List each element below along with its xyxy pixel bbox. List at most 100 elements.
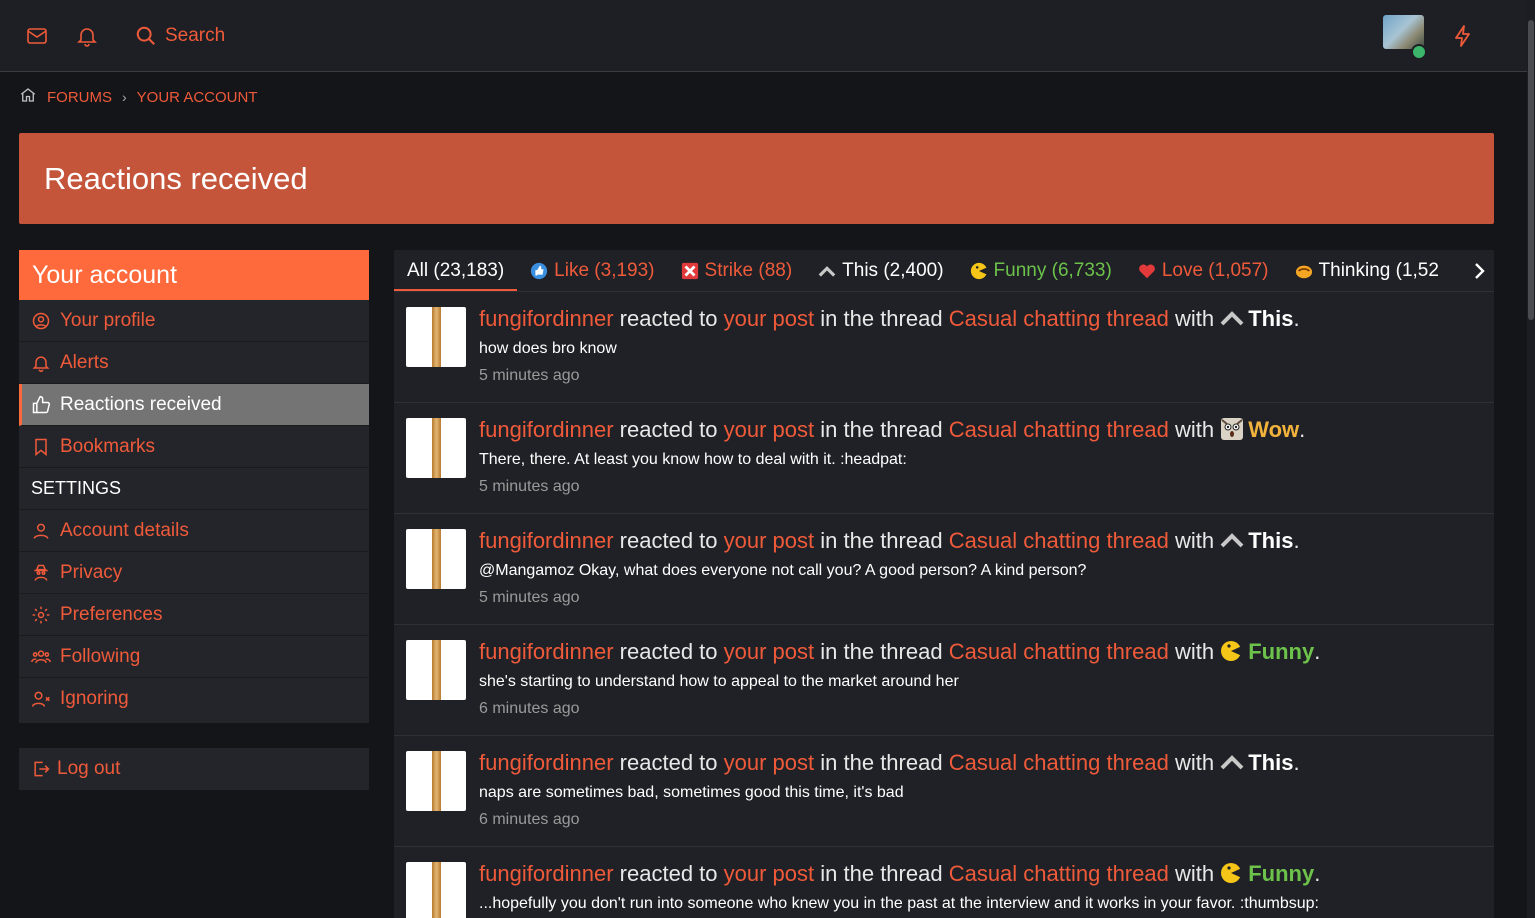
thread-link[interactable]: Casual chatting thread bbox=[949, 750, 1169, 775]
reactor-username-link[interactable]: fungifordinner bbox=[479, 528, 614, 553]
reaction-row[interactable]: fungifordinner reacted to your post in t… bbox=[394, 292, 1494, 403]
breadcrumb-forums[interactable]: FORUMS bbox=[47, 89, 112, 106]
reactor-username-link[interactable]: fungifordinner bbox=[479, 750, 614, 775]
mail-icon[interactable] bbox=[25, 24, 49, 48]
reactor-username-link[interactable]: fungifordinner bbox=[479, 306, 614, 331]
page-scrollbar[interactable] bbox=[1527, 0, 1535, 918]
reactor-avatar[interactable] bbox=[406, 307, 466, 367]
this-chevron-icon bbox=[818, 265, 836, 277]
thread-link[interactable]: Casual chatting thread bbox=[949, 861, 1169, 886]
reaction-time: 5 minutes ago bbox=[479, 478, 580, 495]
reaction-row[interactable]: fungifordinner reacted to your post in t… bbox=[394, 736, 1494, 847]
search-button[interactable]: Search bbox=[135, 22, 225, 50]
sidebar-item-label: Your profile bbox=[60, 309, 156, 331]
sidebar-header: Your account bbox=[19, 250, 369, 300]
account-sidebar: Your account Your profile Alerts Reactio… bbox=[19, 250, 369, 723]
reactor-username-link[interactable]: fungifordinner bbox=[479, 861, 614, 886]
logout-label: Log out bbox=[57, 758, 121, 779]
reaction-time: 6 minutes ago bbox=[479, 811, 580, 828]
reactor-avatar[interactable] bbox=[406, 529, 466, 589]
sidebar-item-ignoring[interactable]: Ignoring bbox=[19, 678, 369, 720]
tab-like[interactable]: Like (3,193) bbox=[517, 250, 667, 291]
sidebar-item-bookmarks[interactable]: Bookmarks bbox=[19, 426, 369, 468]
reactions-panel: All (23,183) Like (3,193) Strike (88) Th… bbox=[394, 250, 1494, 918]
sidebar-item-privacy[interactable]: Privacy bbox=[19, 552, 369, 594]
tab-thinking[interactable]: Thinking (1,52 bbox=[1282, 250, 1452, 291]
reaction-text: reacted to bbox=[619, 750, 718, 775]
tabs-scroll-right-button[interactable] bbox=[1464, 250, 1494, 291]
tab-funny[interactable]: Funny (6,733) bbox=[957, 250, 1125, 291]
reaction-text: reacted to bbox=[619, 417, 718, 442]
bolt-icon[interactable] bbox=[1451, 24, 1475, 48]
post-link[interactable]: your post bbox=[724, 417, 815, 442]
reactor-avatar[interactable] bbox=[406, 751, 466, 811]
reaction-title: fungifordinner reacted to your post in t… bbox=[479, 306, 1300, 331]
tab-this[interactable]: This (2,400) bbox=[805, 250, 956, 291]
user-times-icon bbox=[31, 691, 50, 707]
reactor-avatar[interactable] bbox=[406, 418, 466, 478]
chevron-right-icon: › bbox=[122, 89, 127, 105]
thread-link[interactable]: Casual chatting thread bbox=[949, 417, 1169, 442]
reaction-name: Funny bbox=[1248, 861, 1315, 886]
thumbs-up-icon bbox=[32, 395, 51, 413]
reaction-text: in the thread bbox=[820, 639, 943, 664]
breadcrumb: FORUMS › YOUR ACCOUNT bbox=[19, 86, 258, 108]
cog-icon bbox=[32, 606, 50, 623]
bell-icon[interactable] bbox=[75, 24, 99, 48]
reactor-avatar[interactable] bbox=[406, 862, 466, 918]
user-icon bbox=[33, 523, 49, 539]
reaction-text: reacted to bbox=[619, 528, 718, 553]
post-link[interactable]: your post bbox=[724, 750, 815, 775]
reactor-avatar[interactable] bbox=[406, 640, 466, 700]
sidebar-item-alerts[interactable]: Alerts bbox=[19, 342, 369, 384]
home-icon[interactable] bbox=[19, 86, 37, 108]
sidebar-item-preferences[interactable]: Preferences bbox=[19, 594, 369, 636]
thread-link[interactable]: Casual chatting thread bbox=[949, 639, 1169, 664]
this-chevron-icon bbox=[1220, 311, 1244, 326]
breadcrumb-your-account[interactable]: YOUR ACCOUNT bbox=[137, 89, 258, 106]
sidebar-item-your-profile[interactable]: Your profile bbox=[19, 300, 369, 342]
post-link[interactable]: your post bbox=[724, 639, 815, 664]
post-snippet: There, there. At least you know how to d… bbox=[479, 451, 907, 468]
sidebar-item-account-details[interactable]: Account details bbox=[19, 510, 369, 552]
logout-button[interactable]: Log out bbox=[19, 748, 369, 790]
post-link[interactable]: your post bbox=[724, 528, 815, 553]
thread-link[interactable]: Casual chatting thread bbox=[949, 306, 1169, 331]
reaction-name: Wow bbox=[1248, 417, 1300, 442]
post-link[interactable]: your post bbox=[724, 306, 815, 331]
thread-link[interactable]: Casual chatting thread bbox=[949, 528, 1169, 553]
sidebar-item-label: Reactions received bbox=[60, 393, 222, 415]
reaction-name: Funny bbox=[1248, 639, 1315, 664]
sidebar-item-label: Account details bbox=[60, 519, 189, 541]
tab-love[interactable]: Love (1,057) bbox=[1125, 250, 1282, 291]
reaction-text: reacted to bbox=[619, 306, 718, 331]
reaction-text: in the thread bbox=[820, 306, 943, 331]
scrollbar-thumb[interactable] bbox=[1528, 20, 1534, 320]
reaction-title: fungifordinner reacted to your post in t… bbox=[479, 417, 1306, 442]
funny-emoji-icon bbox=[970, 262, 987, 279]
reaction-text: in the thread bbox=[820, 861, 943, 886]
page-title-banner: Reactions received bbox=[19, 133, 1494, 224]
tab-label: Funny (6,733) bbox=[993, 259, 1112, 281]
funny-emoji-icon bbox=[1221, 863, 1243, 883]
online-status-dot bbox=[1411, 44, 1427, 60]
tab-all[interactable]: All (23,183) bbox=[394, 250, 518, 291]
reactor-username-link[interactable]: fungifordinner bbox=[479, 417, 614, 442]
sidebar-item-following[interactable]: Following bbox=[19, 636, 369, 678]
sidebar-item-label: Privacy bbox=[60, 561, 123, 583]
reaction-row[interactable]: fungifordinner reacted to your post in t… bbox=[394, 625, 1494, 736]
tab-strike[interactable]: Strike (88) bbox=[668, 250, 806, 291]
sidebar-item-reactions-received[interactable]: Reactions received bbox=[19, 384, 369, 426]
reaction-row[interactable]: fungifordinner reacted to your post in t… bbox=[394, 403, 1494, 514]
reactor-username-link[interactable]: fungifordinner bbox=[479, 639, 614, 664]
reaction-name: This bbox=[1248, 528, 1294, 553]
reaction-text: with bbox=[1174, 417, 1215, 442]
reaction-row[interactable]: fungifordinner reacted to your post in t… bbox=[394, 514, 1494, 625]
sidebar-item-label: Following bbox=[60, 645, 141, 667]
reaction-text: with bbox=[1174, 639, 1215, 664]
reaction-row[interactable]: fungifordinner reacted to your post in t… bbox=[394, 847, 1494, 918]
post-link[interactable]: your post bbox=[724, 861, 815, 886]
reaction-text: in the thread bbox=[820, 750, 943, 775]
user-secret-icon bbox=[34, 564, 48, 581]
reaction-title: fungifordinner reacted to your post in t… bbox=[479, 861, 1321, 886]
